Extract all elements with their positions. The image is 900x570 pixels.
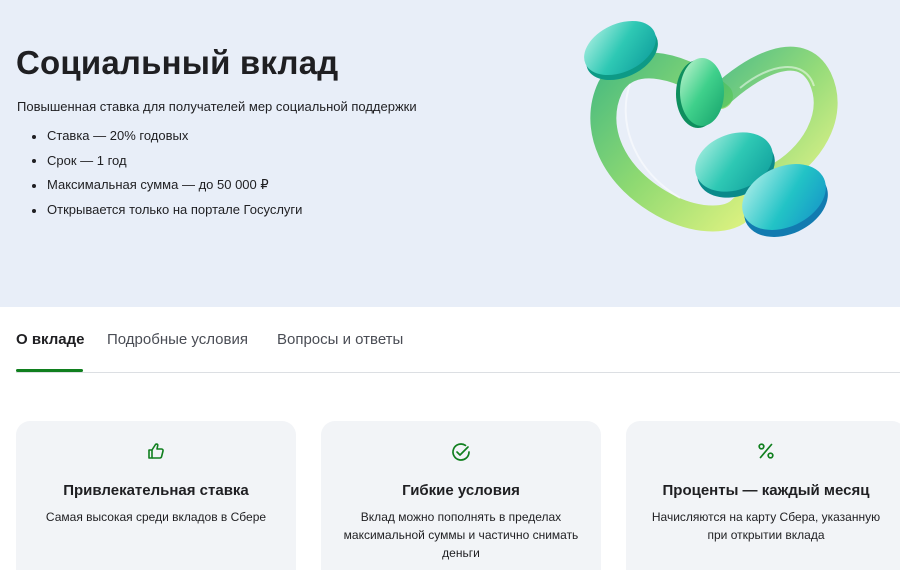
card-title: Привлекательная ставка (63, 482, 249, 499)
tab-about-deposit[interactable]: О вкладе (16, 331, 84, 348)
card-title: Гибкие условия (402, 482, 520, 499)
hero-feature-list: Ставка — 20% годовых Срок — 1 год Максим… (30, 124, 302, 223)
ribbon-heart-illustration (584, 20, 838, 237)
tab-detailed-conditions[interactable]: Подробные условия (107, 331, 248, 348)
check-circle-icon (452, 443, 470, 461)
tabs-divider (16, 372, 900, 373)
hero-feature-rate: Ставка — 20% годовых (30, 124, 302, 149)
feature-card-rate: Привлекательная ставка Самая высокая сре… (16, 421, 296, 570)
hero-feature-max-amount: Максимальная сумма — до 50 000 ₽ (30, 173, 302, 198)
feature-card-interest: Проценты — каждый месяц Начисляются на к… (626, 421, 900, 570)
hero-banner: Социальный вклад Повышенная ставка для п… (0, 0, 900, 307)
tab-faq[interactable]: Вопросы и ответы (277, 331, 403, 348)
deposit-tabs: О вкладе Подробные условия Вопросы и отв… (0, 307, 900, 373)
card-description: Начисляются на карту Сбера, указанную пр… (651, 510, 881, 542)
card-description: Вклад можно пополнять в пределах максима… (343, 510, 579, 560)
percent-icon (758, 443, 774, 459)
feature-card-flexible: Гибкие условия Вклад можно пополнять в п… (321, 421, 601, 570)
thumbs-up-icon (148, 443, 164, 459)
page-title: Социальный вклад (16, 44, 339, 81)
hero-feature-gosuslugi: Открывается только на портале Госуслуги (30, 198, 302, 223)
card-description: Самая высокая среди вкладов в Сбере (45, 510, 267, 524)
hero-feature-term: Срок — 1 год (30, 149, 302, 174)
card-title: Проценты — каждый месяц (662, 482, 870, 499)
hero-subtitle: Повышенная ставка для получателей мер со… (17, 99, 417, 114)
